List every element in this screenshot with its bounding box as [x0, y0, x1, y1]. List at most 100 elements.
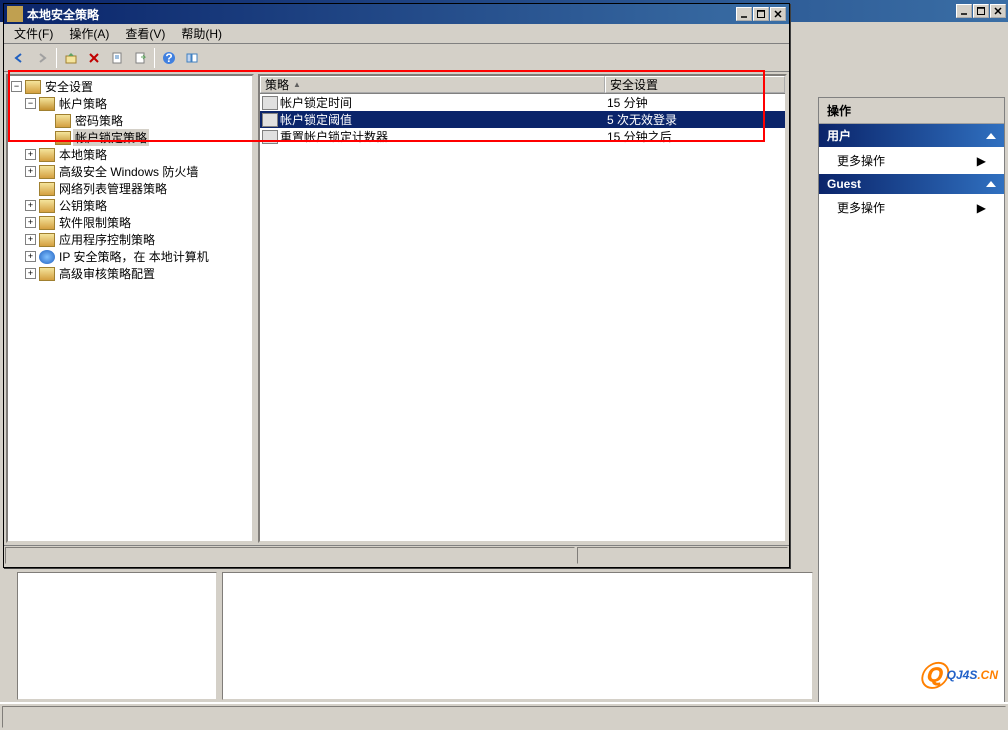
tree-account-policy[interactable]: − 帐户策略: [8, 95, 252, 112]
toolbar-separator: [56, 48, 57, 68]
delete-button[interactable]: [83, 47, 105, 69]
watermark-suffix: .CN: [977, 668, 998, 682]
more-label: 更多操作: [837, 152, 885, 169]
col-header-policy[interactable]: 策略 ▲: [260, 76, 605, 93]
toolbar-separator: [154, 48, 155, 68]
tree-label: 软件限制策略: [57, 214, 133, 231]
expand-icon[interactable]: +: [25, 268, 36, 279]
globe-icon: [39, 250, 55, 264]
bg-close-button[interactable]: [990, 4, 1006, 18]
cell-value: 5 次无效登录: [605, 111, 785, 128]
folder-open-icon: [55, 131, 71, 145]
tree-root-label: 安全设置: [43, 78, 95, 95]
collapse-icon[interactable]: −: [11, 81, 22, 92]
actions-title: 操作: [819, 98, 1004, 124]
tree-label: 公钥策略: [57, 197, 109, 214]
menu-action[interactable]: 操作(A): [61, 23, 117, 44]
app-icon: [7, 6, 23, 22]
list-panel: 策略 ▲ 安全设置 帐户锁定时间 15 分钟: [258, 74, 787, 543]
list-row-selected[interactable]: 帐户锁定阈值 5 次无效登录: [260, 111, 785, 128]
cell-policy: 帐户锁定阈值: [280, 111, 352, 128]
maximize-button[interactable]: [753, 7, 769, 21]
tree-lockout-policy[interactable]: 帐户锁定策略: [8, 129, 252, 146]
tree-root[interactable]: − 安全设置: [8, 78, 252, 95]
arrow-right-icon: ▶: [977, 154, 986, 168]
section-guest-label: Guest: [827, 177, 861, 191]
tree-panel[interactable]: − 安全设置 − 帐户策略 密码策略 帐户锁定策略: [6, 74, 254, 543]
actions-panel: 操作 用户 更多操作 ▶ Guest 更多操作: [818, 97, 1005, 705]
minimize-button[interactable]: [736, 7, 752, 21]
tree-local-policy[interactable]: + 本地策略: [8, 146, 252, 163]
tree-label-selected: 帐户锁定策略: [73, 129, 149, 146]
tree-label: 密码策略: [73, 112, 125, 129]
bg-minimize-button[interactable]: [956, 4, 972, 18]
tree-audit-policy[interactable]: + 高级审核策略配置: [8, 265, 252, 282]
tree-app-control[interactable]: + 应用程序控制策略: [8, 231, 252, 248]
policy-item-icon: [262, 130, 278, 144]
help-button[interactable]: ?: [158, 47, 180, 69]
expand-icon[interactable]: +: [25, 200, 36, 211]
tree-spacer: [41, 132, 52, 143]
tree-label: 高级安全 Windows 防火墙: [57, 163, 200, 180]
collapse-icon[interactable]: −: [25, 98, 36, 109]
tree-network-list[interactable]: 网络列表管理器策略: [8, 180, 252, 197]
lower-left-panel: [17, 572, 217, 700]
tree-password-policy[interactable]: 密码策略: [8, 112, 252, 129]
actions-section-guest[interactable]: Guest: [819, 174, 1004, 194]
list-row[interactable]: 重置帐户锁定计数器 15 分钟之后: [260, 128, 785, 145]
more-label: 更多操作: [837, 199, 885, 216]
tree-software-restriction[interactable]: + 软件限制策略: [8, 214, 252, 231]
section-user-label: 用户: [827, 127, 851, 144]
menu-view[interactable]: 查看(V): [117, 23, 173, 44]
list-header: 策略 ▲ 安全设置: [260, 76, 785, 94]
tree-ip-security[interactable]: + IP 安全策略，在 本地计算机: [8, 248, 252, 265]
main-window: 本地安全策略 文件(F) 操作(A) 查看(V) 帮助(H) ? −: [3, 3, 790, 568]
svg-text:?: ?: [165, 51, 172, 65]
folder-icon: [39, 165, 55, 179]
show-hide-button[interactable]: [181, 47, 203, 69]
tree-firewall[interactable]: + 高级安全 Windows 防火墙: [8, 163, 252, 180]
cell-policy: 重置帐户锁定计数器: [280, 128, 388, 145]
taskbar-item[interactable]: [2, 706, 1006, 728]
sort-asc-icon: ▲: [293, 80, 301, 89]
folder-open-icon: [39, 97, 55, 111]
watermark-logo-icon: Ⓠ: [919, 655, 947, 695]
folder-icon: [39, 233, 55, 247]
main-titlebar[interactable]: 本地安全策略: [4, 4, 789, 24]
watermark-text: QJ4S: [947, 668, 978, 682]
expand-icon[interactable]: +: [25, 149, 36, 160]
list-row[interactable]: 帐户锁定时间 15 分钟: [260, 94, 785, 111]
forward-button[interactable]: [31, 47, 53, 69]
arrow-right-icon: ▶: [977, 201, 986, 215]
tree-label: 应用程序控制策略: [57, 231, 157, 248]
expand-icon[interactable]: +: [25, 217, 36, 228]
back-button[interactable]: [8, 47, 30, 69]
col-policy-label: 策略: [265, 76, 289, 93]
actions-more-user[interactable]: 更多操作 ▶: [819, 147, 1004, 174]
up-button[interactable]: [60, 47, 82, 69]
menu-file[interactable]: 文件(F): [6, 23, 61, 44]
col-header-security[interactable]: 安全设置: [605, 76, 785, 93]
tree-spacer: [25, 183, 36, 194]
expand-icon[interactable]: +: [25, 166, 36, 177]
tree-spacer: [41, 115, 52, 126]
tree-label: 高级审核策略配置: [57, 265, 157, 282]
folder-icon: [55, 114, 71, 128]
expand-icon[interactable]: +: [25, 251, 36, 262]
menu-help[interactable]: 帮助(H): [173, 23, 230, 44]
actions-section-user[interactable]: 用户: [819, 124, 1004, 147]
collapse-arrow-icon: [986, 181, 996, 187]
tree-public-key[interactable]: + 公钥策略: [8, 197, 252, 214]
export-button[interactable]: [129, 47, 151, 69]
tree-label: 网络列表管理器策略: [57, 180, 169, 197]
status-cell: [577, 547, 788, 564]
folder-icon: [39, 267, 55, 281]
toolbar: ?: [4, 44, 789, 72]
actions-more-guest[interactable]: 更多操作 ▶: [819, 194, 1004, 221]
bg-maximize-button[interactable]: [973, 4, 989, 18]
close-button[interactable]: [770, 7, 786, 21]
taskbar: [0, 702, 1008, 730]
properties-button[interactable]: [106, 47, 128, 69]
expand-icon[interactable]: +: [25, 234, 36, 245]
cell-value: 15 分钟之后: [605, 128, 785, 145]
